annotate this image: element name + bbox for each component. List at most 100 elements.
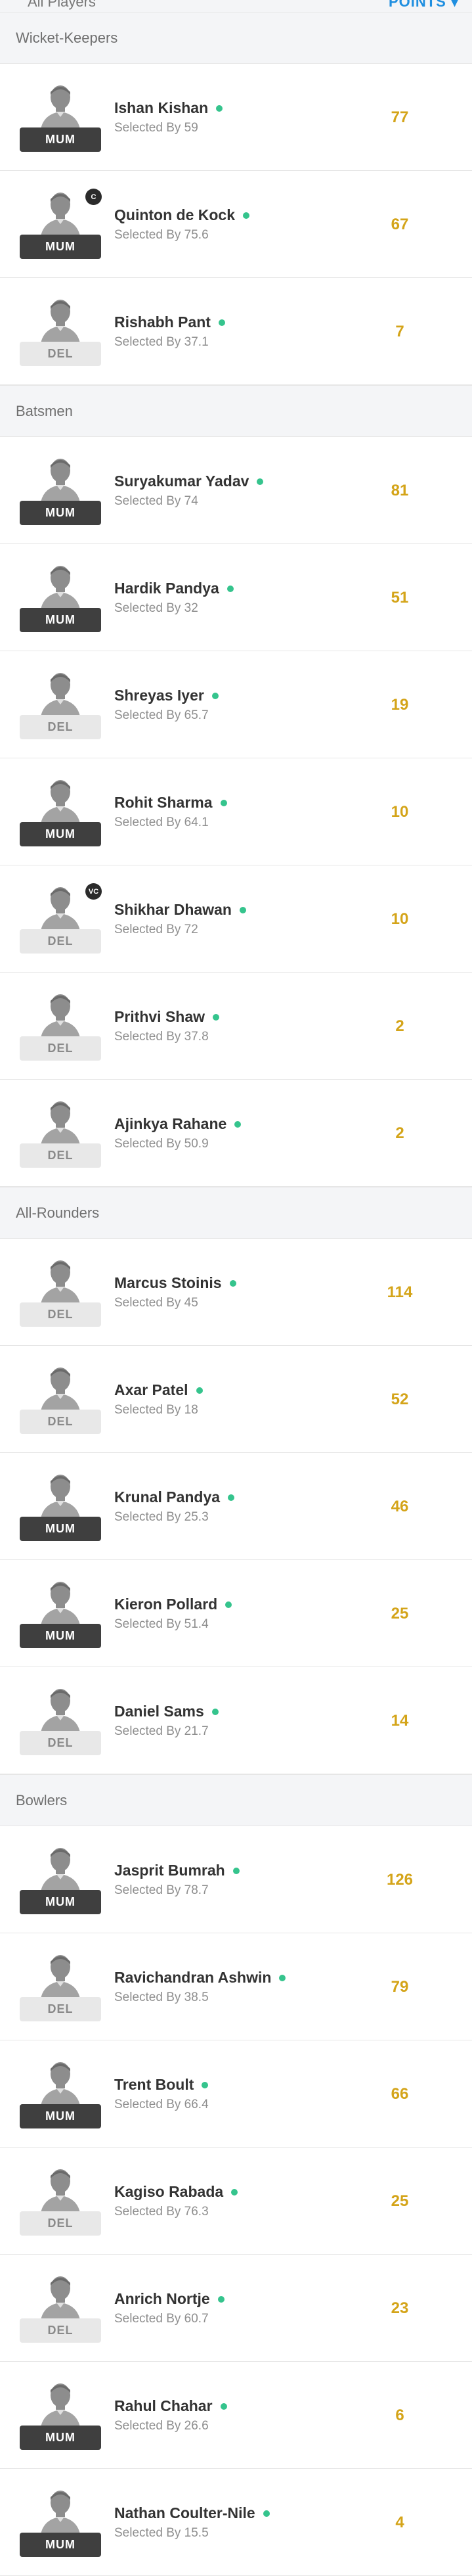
- selected-by-text: Selected By 25.3: [114, 1510, 209, 1524]
- sort-points-button[interactable]: POINTS ▾: [389, 0, 459, 11]
- player-points: 2: [395, 1017, 404, 1035]
- player-info: Quinton de Kock Selected By 75.6: [114, 205, 249, 242]
- selected-by-text: Selected By 74: [114, 494, 198, 508]
- player-row[interactable]: DEL Shreyas Iyer Selected By 65.7 19: [0, 651, 472, 758]
- player-row[interactable]: MUM Nathan Coulter-Nile Selected By 15.5…: [0, 2469, 472, 2576]
- selected-by-text: Selected By 32: [114, 601, 198, 615]
- player-silhouette-icon: [40, 1955, 81, 2004]
- player-row[interactable]: MUM Rohit Sharma Selected By 64.1 10: [0, 758, 472, 865]
- team-badge: MUM: [20, 2104, 101, 2128]
- player-name: Marcus Stoinis: [114, 1274, 222, 1291]
- team-badge: DEL: [20, 1036, 101, 1061]
- player-avatar: DEL: [20, 2274, 101, 2343]
- player-name: Shikhar Dhawan: [114, 900, 232, 918]
- player-silhouette-icon: [40, 459, 81, 507]
- player-info: Jasprit Bumrah Selected By 78.7: [114, 1860, 240, 1898]
- player-row[interactable]: MUM Ishan Kishan Selected By 59 77: [0, 64, 472, 171]
- selected-by-text: Selected By 76.3: [114, 2205, 209, 2219]
- team-badge: DEL: [20, 1997, 101, 2021]
- player-row[interactable]: DEL Marcus Stoinis Selected By 45 114: [0, 1239, 472, 1346]
- playing-status-dot-icon: [232, 1868, 240, 1874]
- player-name: Rahul Chahar: [114, 2397, 213, 2414]
- player-row[interactable]: DEL Anrich Nortje Selected By 60.7 23: [0, 2255, 472, 2362]
- selected-by-text: Selected By 21.7: [114, 1724, 209, 1738]
- player-info: Ajinkya Rahane Selected By 50.9: [114, 1114, 242, 1151]
- team-badge: DEL: [20, 1143, 101, 1168]
- playing-status-dot-icon: [211, 693, 219, 699]
- player-name: Shreyas Iyer: [114, 686, 204, 704]
- player-name: Hardik Pandya: [114, 579, 219, 597]
- team-badge: DEL: [20, 2211, 101, 2236]
- player-avatar: DEL: [20, 670, 101, 739]
- player-row[interactable]: DEL Daniel Sams Selected By 21.7 14: [0, 1667, 472, 1774]
- player-avatar: DEL: [20, 1686, 101, 1755]
- player-info: Rishabh Pant Selected By 37.1: [114, 312, 225, 350]
- player-row[interactable]: MUM Krunal Pandya Selected By 25.3 46: [0, 1453, 472, 1560]
- team-badge: MUM: [20, 1517, 101, 1541]
- player-name: Axar Patel: [114, 1381, 188, 1398]
- player-silhouette-icon: [40, 566, 81, 614]
- team-badge: MUM: [20, 2426, 101, 2450]
- player-silhouette-icon: [40, 1689, 81, 1737]
- player-info: Trent Boult Selected By 66.4: [114, 2075, 209, 2112]
- player-silhouette-icon: [40, 300, 81, 348]
- player-info: Daniel Sams Selected By 21.7: [114, 1701, 219, 1739]
- player-row[interactable]: MUM Trent Boult Selected By 66.4 66: [0, 2040, 472, 2148]
- player-row[interactable]: MUM C Quinton de Kock Selected By 75.6 6…: [0, 171, 472, 278]
- player-points: 126: [386, 1870, 414, 1889]
- player-row[interactable]: DEL Prithvi Shaw Selected By 37.8 2: [0, 973, 472, 1080]
- selected-by-text: Selected By 66.4: [114, 2098, 209, 2111]
- playing-status-dot-icon: [234, 1121, 242, 1128]
- selected-by-text: Selected By 65.7: [114, 708, 209, 722]
- player-points: 51: [391, 588, 409, 607]
- team-badge: MUM: [20, 1624, 101, 1648]
- selected-by-text: Selected By 38.5: [114, 1990, 209, 2004]
- player-name: Prithvi Shaw: [114, 1007, 205, 1025]
- playing-status-dot-icon: [220, 800, 227, 806]
- player-points: 4: [395, 2513, 404, 2531]
- vice-captain-badge: VC: [85, 883, 102, 900]
- player-name: Ajinkya Rahane: [114, 1115, 227, 1132]
- player-points: 2: [395, 1124, 404, 1142]
- player-points: 25: [391, 2192, 409, 2210]
- player-row[interactable]: MUM Kieron Pollard Selected By 51.4 25: [0, 1560, 472, 1667]
- team-badge: MUM: [20, 127, 101, 152]
- player-info: Kagiso Rabada Selected By 76.3: [114, 2182, 238, 2219]
- player-row[interactable]: DEL Rishabh Pant Selected By 37.1 7: [0, 278, 472, 385]
- player-name: Quinton de Kock: [114, 206, 235, 223]
- playing-status-dot-icon: [243, 212, 249, 219]
- player-avatar: MUM: [20, 2488, 101, 2557]
- section-header: Bowlers: [0, 1774, 472, 1826]
- player-row[interactable]: DEL Kagiso Rabada Selected By 76.3 25: [0, 2148, 472, 2255]
- player-info: Rahul Chahar Selected By 26.6: [114, 2396, 227, 2433]
- selected-by-text: Selected By 60.7: [114, 2312, 209, 2326]
- player-silhouette-icon: [40, 1260, 81, 1309]
- player-avatar: MUM: [20, 1472, 101, 1541]
- player-name: Nathan Coulter-Nile: [114, 2504, 255, 2521]
- player-silhouette-icon: [40, 1582, 81, 1630]
- player-points: 6: [395, 2406, 404, 2424]
- player-points: 77: [391, 108, 409, 126]
- playing-status-dot-icon: [226, 586, 234, 592]
- player-info: Nathan Coulter-Nile Selected By 15.5: [114, 2503, 270, 2541]
- player-row[interactable]: MUM Rahul Chahar Selected By 26.6 6: [0, 2362, 472, 2469]
- player-row[interactable]: DEL Ravichandran Ashwin Selected By 38.5…: [0, 1933, 472, 2040]
- playing-status-dot-icon: [213, 1014, 220, 1021]
- player-silhouette-icon: [40, 994, 81, 1043]
- player-avatar: MUM: [20, 777, 101, 846]
- player-row[interactable]: MUM Jasprit Bumrah Selected By 78.7 126: [0, 1826, 472, 1933]
- player-info: Prithvi Shaw Selected By 37.8: [114, 1007, 220, 1044]
- player-silhouette-icon: [40, 85, 81, 134]
- player-row[interactable]: MUM Suryakumar Yadav Selected By 74 81: [0, 437, 472, 544]
- playing-status-dot-icon: [228, 1494, 235, 1501]
- player-info: Kieron Pollard Selected By 51.4: [114, 1594, 232, 1632]
- selected-by-text: Selected By 37.8: [114, 1030, 209, 1044]
- player-row[interactable]: MUM Hardik Pandya Selected By 32 51: [0, 544, 472, 651]
- player-row[interactable]: DEL VC Shikhar Dhawan Selected By 72 10: [0, 865, 472, 973]
- player-row[interactable]: DEL Ajinkya Rahane Selected By 50.9 2: [0, 1080, 472, 1187]
- team-badge: DEL: [20, 1731, 101, 1755]
- selected-by-text: Selected By 51.4: [114, 1617, 209, 1631]
- player-avatar: DEL: [20, 992, 101, 1061]
- player-row[interactable]: DEL Axar Patel Selected By 18 52: [0, 1346, 472, 1453]
- player-name: Ravichandran Ashwin: [114, 1968, 272, 1986]
